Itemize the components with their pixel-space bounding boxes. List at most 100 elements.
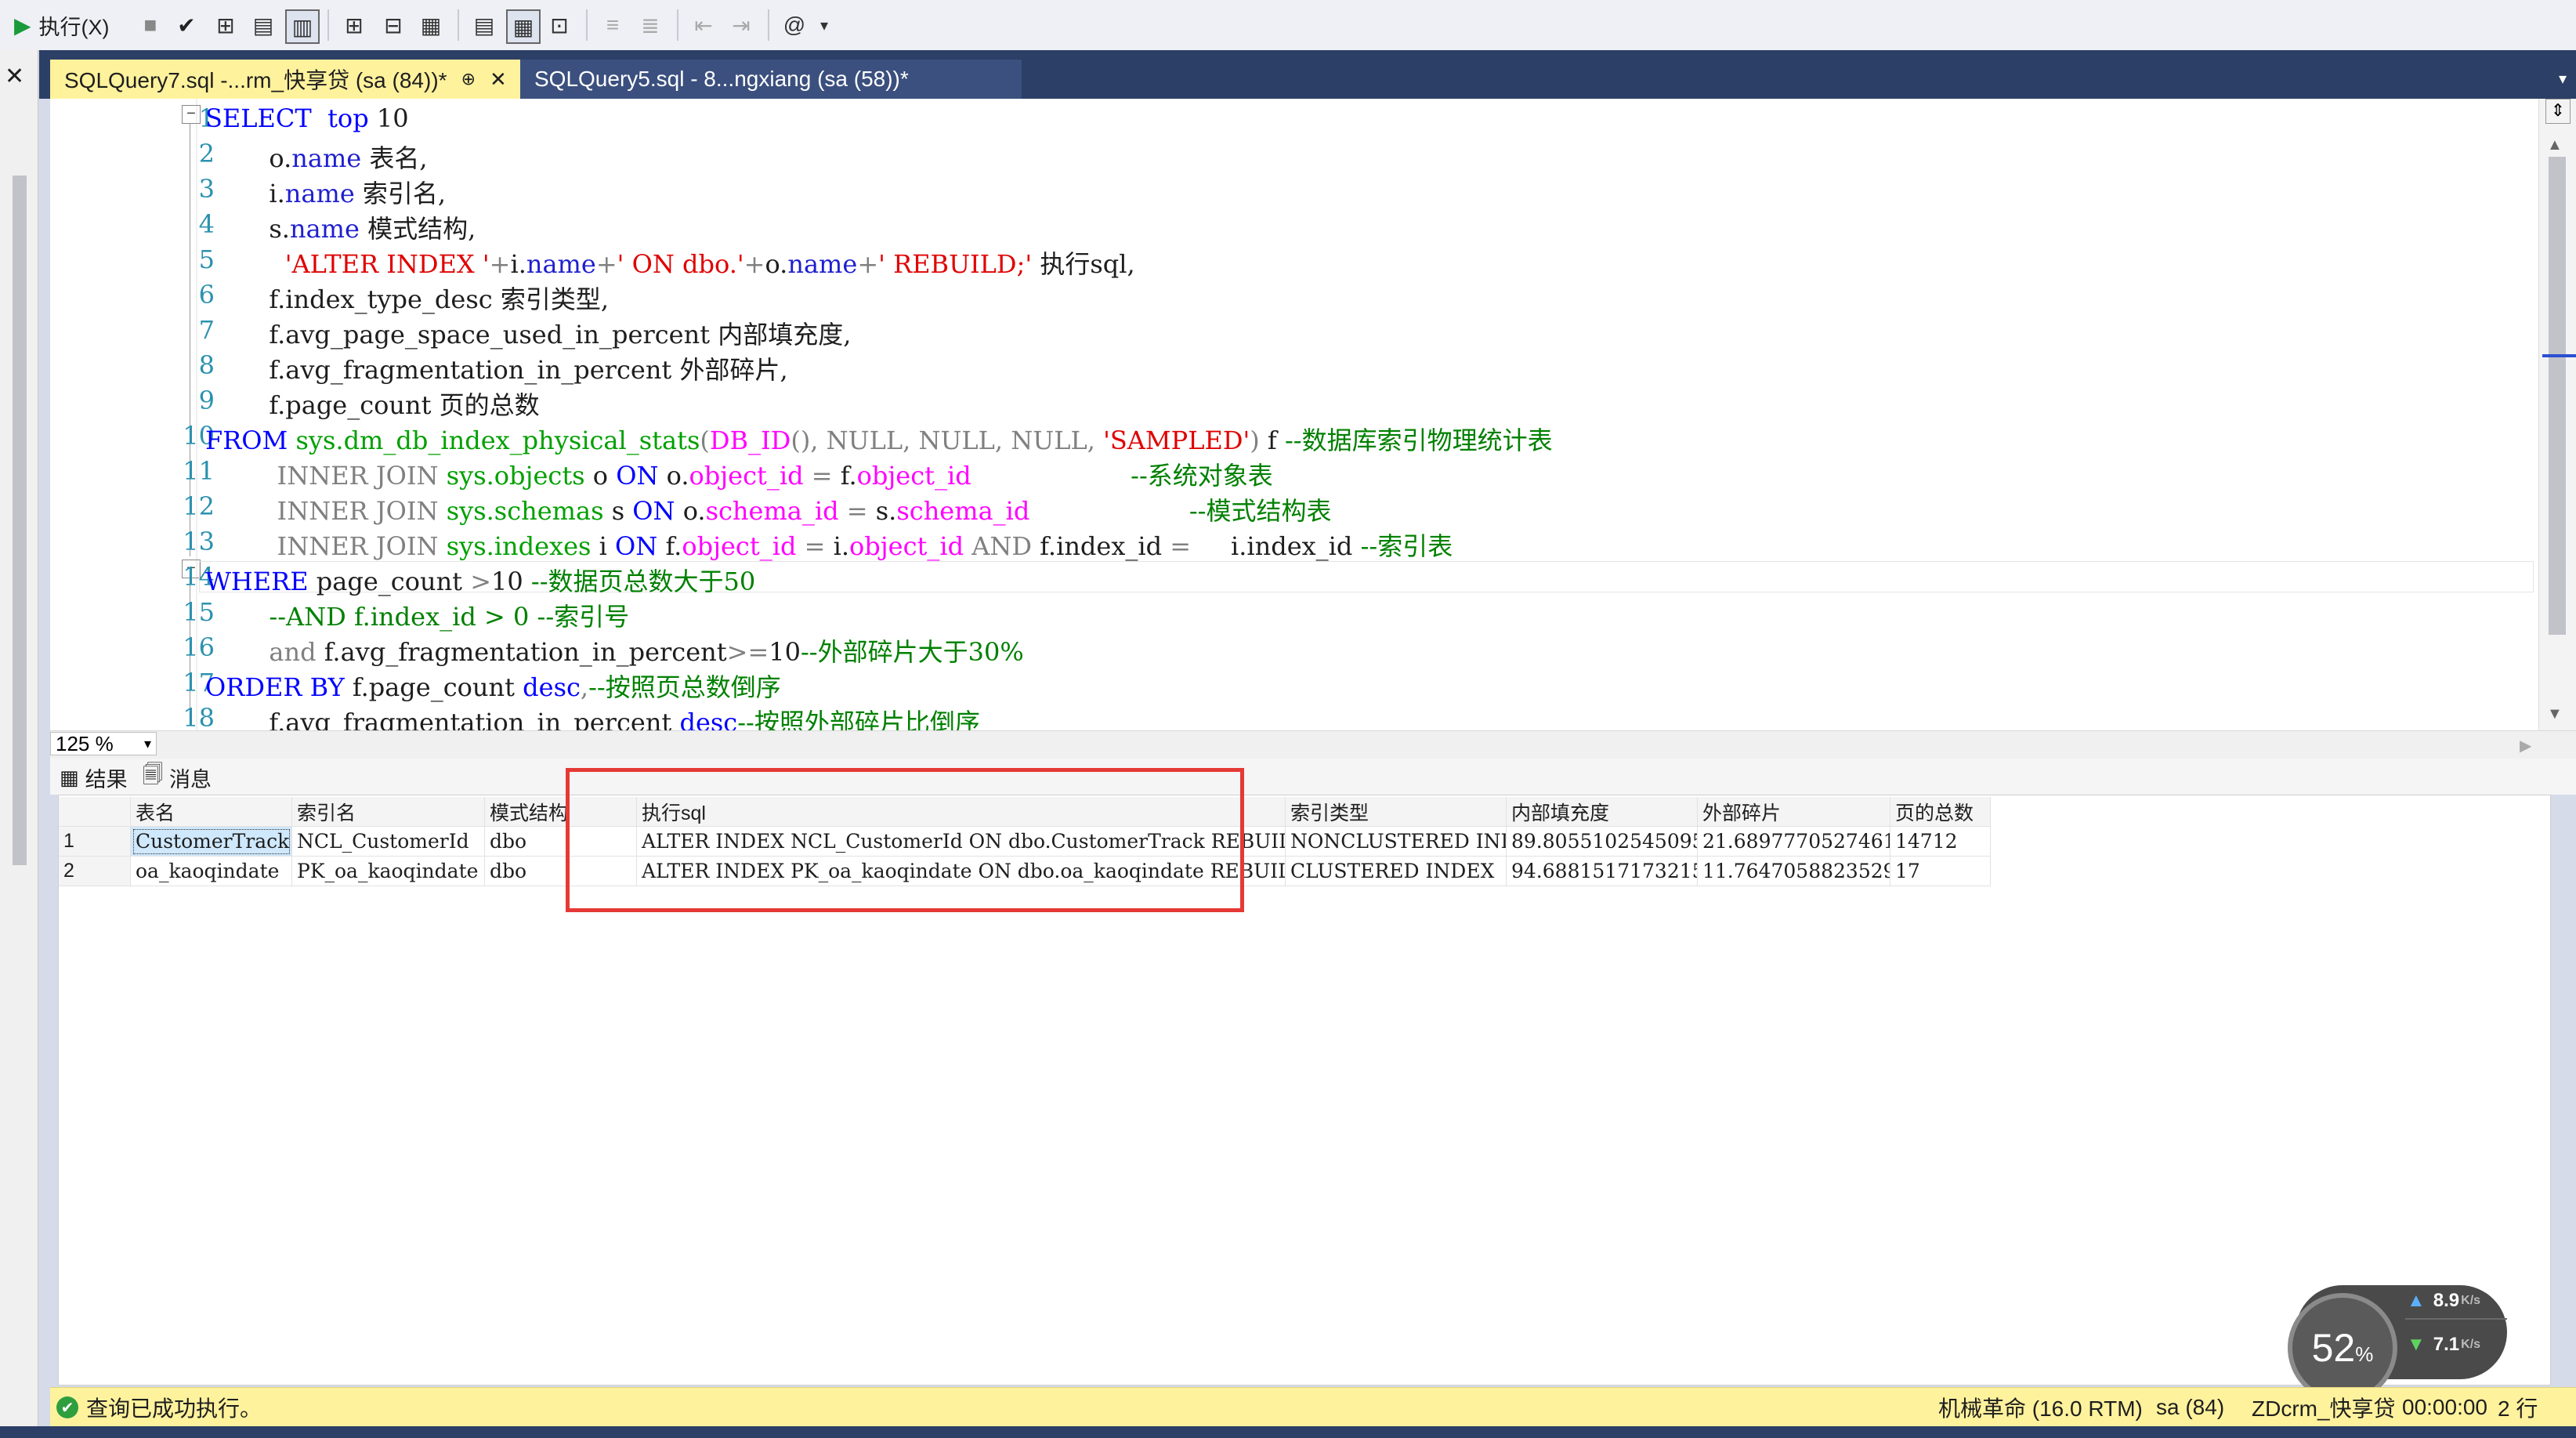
close-icon[interactable]: ✕ xyxy=(5,63,24,90)
include-plan-icon[interactable]: ⊞ xyxy=(338,9,370,41)
grid-cell[interactable]: CustomerTrack xyxy=(131,827,292,857)
grid-cell[interactable]: 94.6881517173215 xyxy=(1507,857,1698,886)
code-line[interactable]: f.avg_page_space_used_in_percent 内部填充度, xyxy=(205,315,851,351)
code-token: 表名, xyxy=(361,143,428,173)
plan-tree-icon[interactable]: ⊞ xyxy=(210,9,241,41)
code-line[interactable]: SELECT top 10 xyxy=(205,103,409,133)
code-line[interactable]: f.avg_fragmentation_in_percent 外部碎片, xyxy=(205,350,787,386)
tab-messages-label: 消息 xyxy=(168,767,212,791)
chevron-down-icon[interactable]: ▾ xyxy=(2559,69,2567,89)
code-token: WHERE xyxy=(205,567,309,596)
toolbar: ▶ 执行(X) ■ ✔ ⊞ ▤ ▥ ⊞ ⊟ ▦ ▤ ▦ ⊡ ≡ ≣ ⇤ ⇥ @ … xyxy=(0,0,2576,51)
code-line[interactable]: o.name 表名, xyxy=(205,139,428,175)
code-token: s. xyxy=(875,496,897,526)
code-token: INNER JOIN xyxy=(205,531,447,561)
code-line[interactable]: INNER JOIN sys.indexes i ON f.object_id … xyxy=(205,527,1453,563)
code-token: o. xyxy=(765,249,788,279)
grid-cell[interactable]: PK_oa_kaoqindate xyxy=(292,857,485,886)
execute-button[interactable]: ▶ 执行(X) xyxy=(14,8,110,42)
left-scrollbar[interactable] xyxy=(13,176,27,865)
code-token: --数据页总数大于50 xyxy=(530,567,756,596)
column-header[interactable]: 外部碎片 xyxy=(1698,797,1890,827)
scroll-up-icon[interactable]: ▲ xyxy=(2547,136,2563,154)
status-time: 00:00:00 xyxy=(2402,1395,2487,1419)
code-line[interactable]: f.index_type_desc 索引类型, xyxy=(205,280,609,316)
column-header[interactable]: 索引名 xyxy=(292,797,485,827)
results-text-icon[interactable]: ▤ xyxy=(469,9,500,41)
code-line[interactable]: 'ALTER INDEX '+i.name+' ON dbo.'+o.name+… xyxy=(205,244,1135,281)
grid-cell[interactable]: 21.6897770527461 xyxy=(1698,827,1890,857)
results-to-file-icon[interactable]: ⊡ xyxy=(544,9,575,41)
row-number[interactable]: 1 xyxy=(59,827,131,857)
code-line[interactable]: WHERE page_count >10 --数据页总数大于50 xyxy=(205,562,755,598)
tab-results[interactable]: ▦ 结果 xyxy=(60,763,128,791)
pin-icon[interactable]: ⊕ xyxy=(461,69,476,89)
grid-cell[interactable]: CLUSTERED INDEX xyxy=(1286,857,1507,886)
grid-cell[interactable]: NONCLUSTERED INDEX xyxy=(1286,827,1507,857)
zoom-select[interactable]: 125 % ▾ xyxy=(50,732,157,755)
specify-values-icon[interactable]: @ xyxy=(779,9,810,41)
code-line[interactable]: ORDER BY f.page_count desc,--按照页总数倒序 xyxy=(205,668,781,704)
stop-icon[interactable]: ■ xyxy=(135,9,166,41)
grid-corner-header[interactable] xyxy=(59,797,131,827)
row-number[interactable]: 2 xyxy=(59,857,131,886)
outdent-icon[interactable]: ⇤ xyxy=(688,9,719,41)
code-line[interactable]: --AND f.index_id > 0 --索引号 xyxy=(205,597,629,633)
close-icon[interactable]: ✕ xyxy=(490,67,507,92)
editor-vertical-scrollbar[interactable]: ⇕ ▲ ▼ xyxy=(2538,99,2576,730)
code-token: s. xyxy=(205,214,290,244)
split-icon[interactable]: ⇕ xyxy=(2545,99,2571,124)
grid-cell[interactable]: 11.7647058823529 xyxy=(1698,857,1890,886)
column-header[interactable]: 表名 xyxy=(131,797,292,827)
indent-icon[interactable]: ⇥ xyxy=(725,9,757,41)
code-token: --按照外部碎片比倒序 xyxy=(737,708,980,730)
chevron-down-icon[interactable]: ▾ xyxy=(815,9,834,41)
status-user: sa (84) xyxy=(2156,1395,2225,1419)
grid-cell[interactable]: 14712 xyxy=(1890,827,1991,857)
live-stats-icon[interactable]: ⊟ xyxy=(378,9,409,41)
query-editor[interactable]: − − 1 SELECT top 10 2 o.name 表名, 3 i.name 索… xyxy=(50,99,2538,730)
scroll-down-icon[interactable]: ▼ xyxy=(2547,705,2563,723)
column-header[interactable]: 页的总数 xyxy=(1890,797,1991,827)
code-token: i. xyxy=(205,179,285,208)
results-grid-icon[interactable]: ▦ xyxy=(506,9,541,44)
parse-check-icon[interactable]: ✔ xyxy=(171,9,202,41)
scroll-right-icon[interactable]: ▶ xyxy=(2520,736,2531,755)
code-token: 10 xyxy=(769,637,801,667)
query-options-icon[interactable]: ▤ xyxy=(248,9,279,41)
code-token: --数据库索引物理统计表 xyxy=(1284,426,1553,455)
results-file-icon[interactable]: ▥ xyxy=(285,9,320,44)
code-line[interactable]: s.name 模式结构, xyxy=(205,209,476,245)
column-header[interactable]: 索引类型 xyxy=(1286,797,1507,827)
column-header[interactable]: 内部填充度 xyxy=(1507,797,1698,827)
code-line[interactable]: INNER JOIN sys.schemas s ON o.schema_id … xyxy=(205,491,1332,527)
client-stats-icon[interactable]: ▦ xyxy=(415,9,447,41)
code-line[interactable]: f.avg_fragmentation_in_percent desc--按照外… xyxy=(205,703,980,730)
comment-icon[interactable]: ≡ xyxy=(597,9,628,41)
code-token: = xyxy=(803,461,841,491)
code-line[interactable]: f.page_count 页的总数 xyxy=(205,386,539,422)
code-token: f. xyxy=(840,461,857,491)
code-line[interactable]: and f.avg_fragmentation_in_percent>=10--… xyxy=(205,632,1023,668)
editor-status-strip: ▶ xyxy=(50,730,2576,759)
uncomment-icon[interactable]: ≣ xyxy=(635,9,666,41)
code-line[interactable]: INNER JOIN sys.objects o ON o.object_id … xyxy=(205,456,1273,492)
code-line[interactable]: i.name 索引名, xyxy=(205,174,446,210)
grid-cell[interactable]: NCL_CustomerId xyxy=(292,827,485,857)
code-token: f xyxy=(1259,426,1285,455)
status-bar: ✔ 查询已成功执行。 机械革命 (16.0 RTM) sa (84) ZDcrm… xyxy=(50,1387,2576,1427)
tab-messages[interactable]: 🗐 消息 xyxy=(143,762,212,791)
grid-cell[interactable]: 89.8055102545095 xyxy=(1507,827,1698,857)
results-grid[interactable]: 表名 索引名 模式结构 执行sql 索引类型 内部填充度 外部碎片 页的总数 1 Customer… xyxy=(58,795,2551,1385)
cursor-marker xyxy=(2542,354,2576,357)
code-token: desc xyxy=(679,708,738,730)
tab-sqlquery5[interactable]: SQLQuery5.sql - 8...ngxiang (sa (58))* xyxy=(520,60,1022,99)
code-token: > xyxy=(470,567,492,596)
code-line[interactable]: FROM sys.dm_db_index_physical_stats(DB_I… xyxy=(205,421,1553,457)
scroll-thumb[interactable] xyxy=(2549,157,2566,635)
tab-sqlquery7[interactable]: SQLQuery7.sql -...rm_快享贷 (sa (84))* ⊕ ✕ xyxy=(50,60,520,99)
code-token: i xyxy=(591,531,616,561)
grid-cell[interactable]: 17 xyxy=(1890,857,1991,886)
grid-cell[interactable]: oa_kaoqindate xyxy=(131,857,292,886)
